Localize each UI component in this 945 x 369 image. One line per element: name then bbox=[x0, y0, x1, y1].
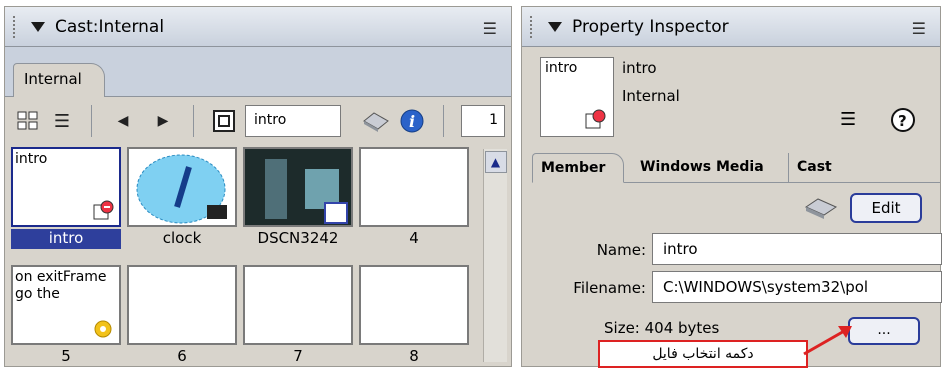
panel-options-menu-icon[interactable]: ☰ bbox=[483, 19, 497, 38]
member-name-text: intro bbox=[622, 59, 657, 77]
name-label: Name: bbox=[596, 241, 646, 259]
cast-member-thumbnail[interactable] bbox=[359, 265, 469, 345]
cast-member-thumbnail[interactable] bbox=[127, 147, 237, 227]
clock-image-icon bbox=[136, 154, 227, 224]
toolbar-divider bbox=[443, 105, 444, 137]
cast-member-thumbnail[interactable] bbox=[243, 265, 353, 345]
cast-member-grid: intro intro clock DSCN3242 4 on exitFram… bbox=[11, 147, 479, 369]
size-text: Size: 404 bytes bbox=[604, 319, 720, 337]
cast-member-cell[interactable]: DSCN3242 bbox=[243, 147, 353, 249]
cast-member-cell[interactable]: on exitFrame go the 5 bbox=[11, 265, 121, 367]
cast-member-label: 5 bbox=[61, 347, 71, 365]
list-view-icon[interactable]: ☰ bbox=[840, 109, 856, 130]
next-member-icon[interactable]: ▶ bbox=[151, 107, 175, 135]
cast-member-number-field[interactable]: 1 bbox=[461, 105, 505, 137]
thumbnail-view-icon[interactable] bbox=[13, 107, 43, 135]
cast-member-label: intro bbox=[11, 229, 121, 249]
photo-image-icon bbox=[245, 149, 351, 225]
script-window-icon[interactable] bbox=[802, 195, 840, 221]
member-name-input[interactable]: intro bbox=[652, 233, 942, 265]
cast-title: Cast:Internal bbox=[55, 16, 165, 37]
svg-text:?: ? bbox=[898, 112, 907, 130]
cast-member-label: clock bbox=[162, 229, 202, 247]
cast-member-cell[interactable]: clock bbox=[127, 147, 237, 249]
cast-member-label: 8 bbox=[409, 347, 419, 365]
cast-titlebar[interactable]: Cast:Internal ☰ bbox=[5, 7, 511, 47]
tab-windows-media[interactable]: Windows Media bbox=[632, 153, 780, 183]
member-preview-text: intro bbox=[545, 60, 578, 76]
cast-member-script-icon[interactable] bbox=[359, 107, 393, 135]
member-summary: intro intro Internal ☰ ? bbox=[522, 47, 940, 147]
filename-input[interactable]: C:\WINDOWS\system32\pol bbox=[652, 271, 942, 303]
cast-member-cell[interactable]: 6 bbox=[127, 265, 237, 367]
cast-member-thumbnail[interactable] bbox=[243, 147, 353, 227]
cast-tabrow: Internal bbox=[5, 47, 511, 97]
cast-member-info-icon[interactable]: i bbox=[397, 107, 427, 135]
tab-internal[interactable]: Internal bbox=[13, 63, 105, 97]
cast-member-label: 7 bbox=[293, 347, 303, 365]
help-icon[interactable]: ? bbox=[890, 107, 916, 133]
cast-member-label: 6 bbox=[177, 347, 187, 365]
toolbar-divider bbox=[193, 105, 194, 137]
cast-member-thumbnail-text: on exitFrame go the bbox=[15, 269, 107, 302]
member-cast-text: Internal bbox=[622, 87, 680, 105]
panel-options-menu-icon[interactable]: ☰ bbox=[912, 19, 926, 38]
collapse-triangle-icon[interactable] bbox=[548, 21, 562, 32]
panel-grip-icon[interactable] bbox=[530, 15, 536, 38]
member-preview-thumbnail: intro bbox=[540, 57, 614, 137]
property-inspector-title: Property Inspector bbox=[572, 16, 729, 37]
inspector-tab-strip: Member Windows Media Cast bbox=[532, 149, 940, 183]
tab-cast[interactable]: Cast bbox=[788, 153, 848, 183]
toolbar-divider bbox=[91, 105, 92, 137]
edit-button[interactable]: Edit bbox=[850, 193, 922, 223]
cast-member-thumbnail[interactable] bbox=[127, 265, 237, 345]
cast-member-cell[interactable]: 7 bbox=[243, 265, 353, 367]
svg-text:i: i bbox=[409, 112, 415, 131]
annotation-callout: دکمه انتخاب فایل bbox=[598, 340, 808, 368]
filename-label: Filename: bbox=[573, 279, 646, 297]
previous-member-icon[interactable]: ◀ bbox=[111, 107, 135, 135]
cast-member-label: 4 bbox=[409, 229, 419, 247]
scroll-up-icon[interactable]: ▲ bbox=[484, 151, 507, 173]
cast-scrollbar[interactable]: ▲ bbox=[483, 149, 507, 362]
collapse-triangle-icon[interactable] bbox=[31, 21, 45, 32]
panel-grip-icon[interactable] bbox=[13, 15, 19, 38]
cast-window: Cast:Internal ☰ Internal ☰ ◀ ▶ intro i 1… bbox=[4, 6, 512, 367]
field-member-icon bbox=[93, 200, 114, 220]
cast-member-label: DSCN3242 bbox=[257, 229, 339, 247]
property-inspector-titlebar[interactable]: Property Inspector ☰ bbox=[522, 7, 940, 47]
cast-member-cell[interactable]: 4 bbox=[359, 147, 469, 249]
cast-member-thumbnail-text: intro bbox=[15, 151, 48, 167]
cast-member-thumbnail[interactable] bbox=[359, 147, 469, 227]
list-view-icon[interactable]: ☰ bbox=[47, 107, 77, 135]
cast-member-thumbnail[interactable]: on exitFrame go the bbox=[11, 265, 121, 345]
cast-member-thumbnail[interactable]: intro bbox=[11, 147, 121, 227]
drag-member-icon[interactable] bbox=[209, 107, 239, 135]
annotation-arrow-icon bbox=[803, 326, 852, 356]
cast-member-cell[interactable]: 8 bbox=[359, 265, 469, 367]
field-member-icon bbox=[585, 109, 606, 129]
tab-member[interactable]: Member bbox=[532, 153, 624, 183]
script-member-icon bbox=[94, 320, 112, 338]
cast-toolbar: ☰ ◀ ▶ intro i 1 bbox=[5, 97, 511, 145]
cast-member-name-input[interactable]: intro bbox=[245, 105, 341, 137]
cast-member-cell[interactable]: intro intro bbox=[11, 147, 121, 249]
property-inspector-window: Property Inspector ☰ intro intro Interna… bbox=[521, 6, 942, 367]
